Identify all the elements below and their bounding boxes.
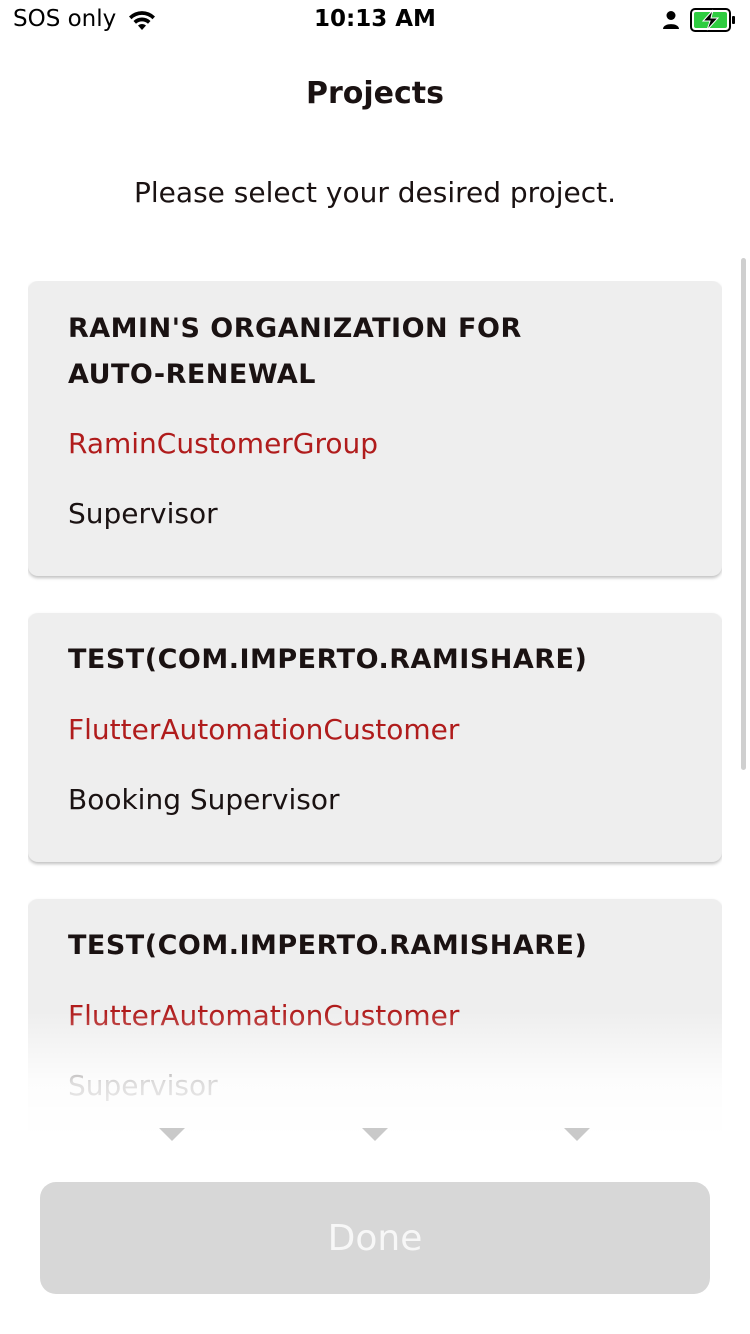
status-time: 10:13 AM [314, 6, 436, 32]
person-icon [663, 11, 679, 29]
chevron-down-icon [362, 1128, 388, 1141]
project-title: TEST(COM.IMPERTO.RAMISHARE) [68, 930, 588, 961]
project-title: RAMIN'S ORGANIZATION FOR AUTO-RENEWAL [68, 313, 522, 390]
project-title: TEST(COM.IMPERTO.RAMISHARE) [68, 644, 588, 675]
status-right [662, 8, 736, 32]
scroll-more-indicator [0, 1128, 750, 1148]
page-title: Projects [305, 76, 444, 111]
chevron-down-icon [159, 1128, 185, 1141]
project-card[interactable]: TEST(COM.IMPERTO.RAMISHARE) FlutterAutom… [28, 613, 722, 862]
project-card[interactable]: TEST(COM.IMPERTO.RAMISHARE) FlutterAutom… [28, 899, 722, 1131]
project-role: Supervisor [68, 1069, 218, 1102]
projects-screen: SOS only 10:13 AM Projects Please select… [0, 0, 750, 1334]
battery-charging-icon [690, 8, 735, 32]
project-customer-group: FlutterAutomationCustomer [68, 713, 460, 746]
project-card[interactable]: RAMIN'S ORGANIZATION FOR AUTO-RENEWAL Ra… [28, 281, 722, 576]
status-bar: SOS only 10:13 AM [0, 0, 750, 40]
project-role: Supervisor [68, 497, 218, 530]
project-customer-group: RaminCustomerGroup [68, 427, 379, 460]
project-customer-group: FlutterAutomationCustomer [68, 999, 460, 1032]
project-role: Booking Supervisor [68, 783, 340, 816]
chevron-down-icon [564, 1128, 590, 1141]
project-list: RAMIN'S ORGANIZATION FOR AUTO-RENEWAL Ra… [28, 281, 722, 1131]
scroll-indicator[interactable] [741, 258, 746, 770]
page-subtitle: Please select your desired project. [134, 176, 616, 209]
done-button[interactable]: Done [40, 1182, 710, 1294]
